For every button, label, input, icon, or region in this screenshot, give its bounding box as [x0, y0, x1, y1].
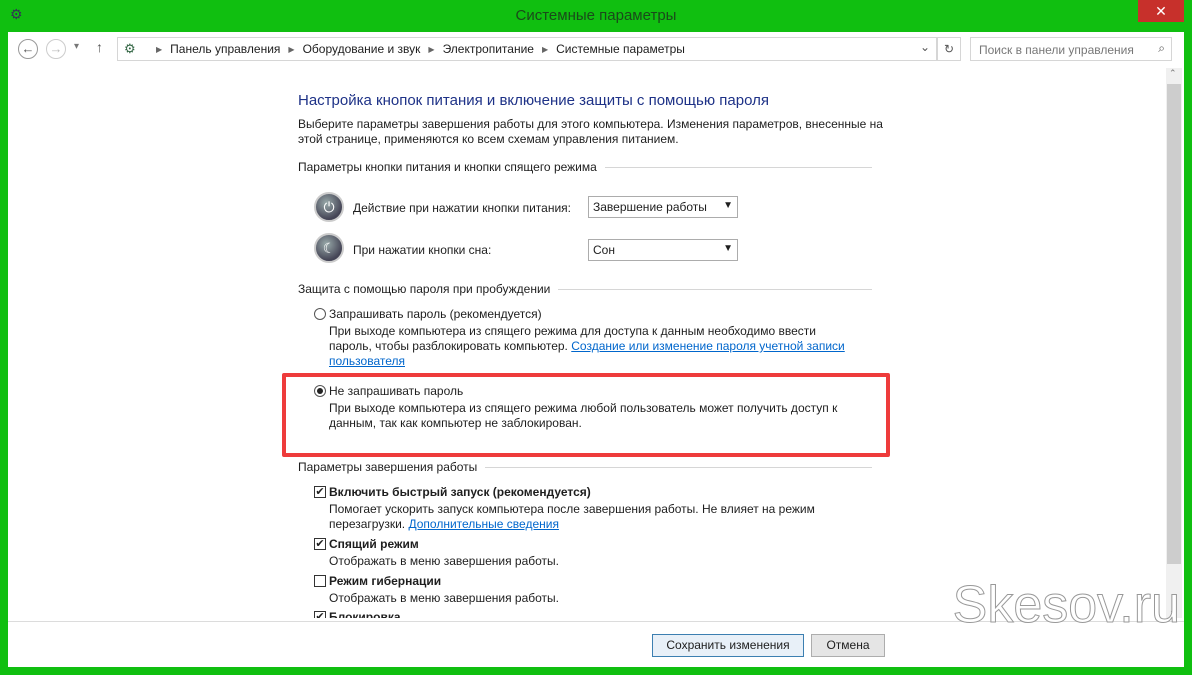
- shutdown-group-header: Параметры завершения работы: [298, 460, 872, 474]
- hibernate-desc: Отображать в меню завершения работы.: [329, 591, 560, 605]
- power-button-action-select[interactable]: Завершение работы ▼: [588, 196, 738, 218]
- fast-startup-checkbox[interactable]: ✔: [314, 486, 326, 498]
- no-password-desc: данным, так как компьютер не заблокирова…: [329, 416, 582, 430]
- search-input[interactable]: Поиск в панели управления ⌕: [970, 37, 1172, 61]
- create-password-link[interactable]: пользователя: [329, 354, 405, 368]
- search-icon: ⌕: [1158, 41, 1165, 55]
- window-title: Системные параметры: [515, 7, 677, 24]
- breadcrumb-item[interactable]: Оборудование и звук: [303, 42, 421, 56]
- fast-startup-desc: Помогает ускорить запуск компьютера посл…: [329, 502, 815, 516]
- close-button[interactable]: ✕: [1138, 0, 1184, 22]
- lock-checkbox[interactable]: ✔: [314, 611, 326, 618]
- title-bar: ⚙ Системные параметры ✕: [0, 0, 1192, 32]
- lock-label[interactable]: Блокировка: [329, 610, 401, 618]
- no-password-desc: При выходе компьютера из спящего режима …: [329, 401, 838, 415]
- require-password-label[interactable]: Запрашивать пароль (рекомендуется): [329, 307, 542, 321]
- fast-startup-label[interactable]: Включить быстрый запуск (рекомендуется): [329, 485, 591, 499]
- power-button-label: Действие при нажатии кнопки питания:: [353, 201, 572, 215]
- back-button[interactable]: ←: [18, 39, 38, 59]
- no-password-radio[interactable]: [314, 385, 326, 397]
- require-password-radio[interactable]: [314, 308, 326, 320]
- password-group-header: Защита с помощью пароля при пробуждении: [298, 282, 872, 296]
- power-button-icon: ⏻: [314, 192, 344, 222]
- require-password-desc: пароль, чтобы разблокировать компьютер.: [329, 339, 568, 353]
- address-bar[interactable]: ⚙ ▶ Панель управления ▶ Оборудование и зву…: [117, 37, 937, 61]
- cancel-button[interactable]: Отмена: [811, 634, 885, 657]
- hibernate-checkbox[interactable]: [314, 575, 326, 587]
- watermark: Skesov.ru: [952, 576, 1180, 635]
- require-password-desc: При выходе компьютера из спящего режима …: [329, 324, 816, 338]
- hibernate-label[interactable]: Режим гибернации: [329, 574, 441, 588]
- recent-pages-button[interactable]: ▾: [74, 41, 79, 52]
- breadcrumb-item[interactable]: Электропитание: [443, 42, 534, 56]
- scrollbar-thumb[interactable]: [1167, 84, 1181, 564]
- sleep-button-label: При нажатии кнопки сна:: [353, 243, 492, 257]
- scrollbar[interactable]: ⌃ ⌄: [1166, 68, 1182, 618]
- address-dropdown-icon[interactable]: ⌄: [920, 40, 930, 54]
- lock-option-clipped: ✔ Блокировка: [298, 610, 598, 618]
- window-content: ← → ▾ ↑ ⚙ ▶ Панель управления ▶ Оборудован…: [8, 32, 1184, 667]
- create-password-link[interactable]: Создание или изменение пароля учетной за…: [571, 339, 845, 353]
- up-button[interactable]: ↑: [96, 39, 103, 55]
- intro-text: Выберите параметры завершения работы для…: [298, 117, 883, 131]
- sleep-desc: Отображать в меню завершения работы.: [329, 554, 560, 568]
- sleep-label[interactable]: Спящий режим: [329, 537, 419, 551]
- save-button[interactable]: Сохранить изменения: [652, 634, 804, 657]
- sleep-button-action-select[interactable]: Сон ▼: [588, 239, 738, 261]
- search-placeholder: Поиск в панели управления: [979, 43, 1134, 57]
- sleep-checkbox[interactable]: ✔: [314, 538, 326, 550]
- control-panel-icon: ⚙: [124, 41, 136, 56]
- refresh-button[interactable]: ↻: [937, 37, 961, 61]
- sleep-button-icon: ☾: [314, 233, 344, 263]
- no-password-label[interactable]: Не запрашивать пароль: [329, 384, 463, 398]
- intro-text: этой странице, применяются ко всем схема…: [298, 132, 679, 146]
- power-group-header: Параметры кнопки питания и кнопки спящег…: [298, 160, 872, 174]
- page-title: Настройка кнопок питания и включение защ…: [298, 92, 769, 109]
- forward-button[interactable]: →: [46, 39, 66, 59]
- breadcrumb-item[interactable]: Системные параметры: [556, 42, 685, 56]
- breadcrumb-item[interactable]: Панель управления: [170, 42, 280, 56]
- fast-startup-desc: перезагрузки.: [329, 517, 406, 531]
- more-info-link[interactable]: Дополнительные сведения: [408, 517, 558, 531]
